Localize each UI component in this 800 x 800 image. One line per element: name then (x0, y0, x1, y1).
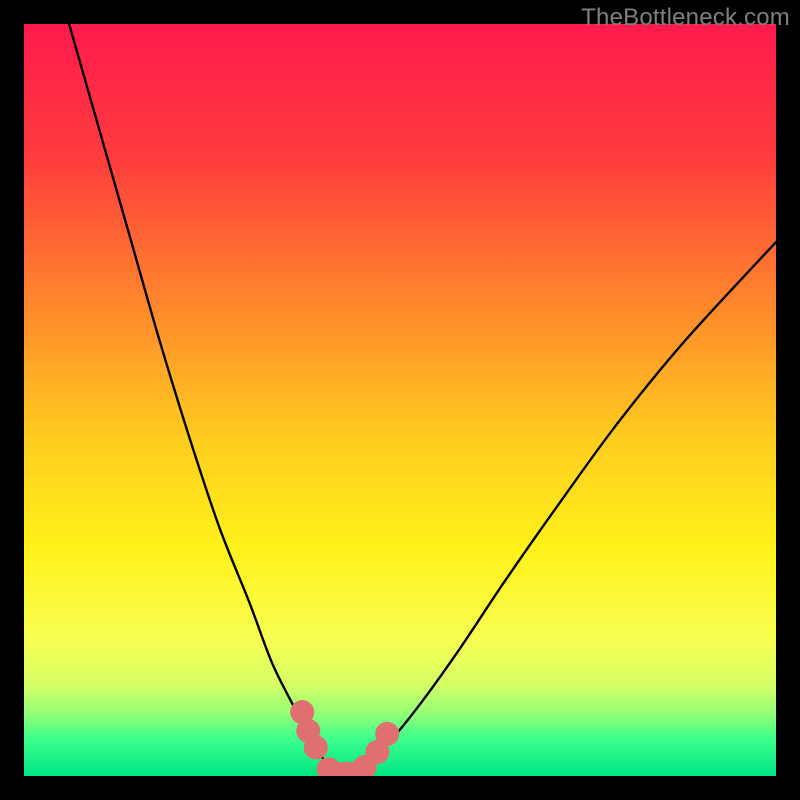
gradient-background (24, 24, 776, 776)
chart-frame (24, 24, 776, 776)
marker-dot (375, 722, 399, 746)
marker-dot (304, 735, 328, 759)
bottleneck-chart (24, 24, 776, 776)
watermark-text: TheBottleneck.com (581, 4, 790, 32)
